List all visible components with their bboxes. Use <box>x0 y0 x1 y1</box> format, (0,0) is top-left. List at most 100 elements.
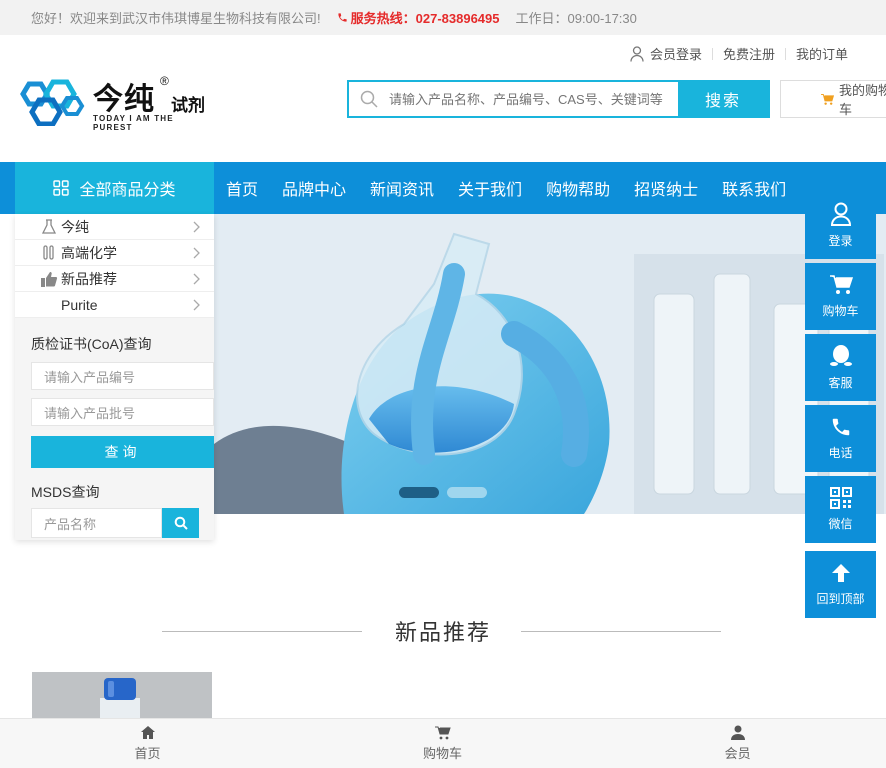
nav-item-brands[interactable]: 品牌中心 <box>282 176 346 200</box>
coa-query-button[interactable]: 查询 <box>31 436 214 468</box>
carousel-dot-2[interactable] <box>447 487 487 498</box>
search-bar: 搜索 <box>347 80 770 118</box>
float-login-button[interactable]: 登录 <box>805 192 876 259</box>
user-icon <box>630 45 644 62</box>
coa-title: 质检证书(CoA)查询 <box>31 336 152 352</box>
category-panel: 今纯 高端化学 新品推荐 Purite 质检证书(CoA)查询 请输入产品编号 … <box>15 214 214 540</box>
float-phone-button[interactable]: 电话 <box>805 405 876 472</box>
nav-item-contact[interactable]: 联系我们 <box>722 176 786 200</box>
nav-item-help[interactable]: 购物帮助 <box>546 176 610 200</box>
hexagon-logo-icon <box>20 79 85 126</box>
phone-icon <box>338 13 347 22</box>
float-cart-label: 购物车 <box>822 304 859 318</box>
divider <box>162 631 362 632</box>
search-button[interactable]: 搜索 <box>678 82 768 116</box>
category-list: 今纯 高端化学 新品推荐 Purite <box>15 214 214 318</box>
product-number-input[interactable]: 请输入产品编号 <box>31 362 214 390</box>
site-logo[interactable]: 今纯 ® 试剂 TODAY I AM THE PUREST <box>15 74 215 132</box>
brand-sub: 试剂 <box>171 96 205 115</box>
search-input[interactable] <box>389 82 678 116</box>
bottom-tab-home[interactable]: 首页 <box>0 719 295 768</box>
user-icon <box>730 725 745 740</box>
coa-query-panel: 质检证书(CoA)查询 请输入产品编号 请输入产品批号 查询 MSDS查询 产品… <box>15 318 214 540</box>
product-card[interactable] <box>32 672 212 722</box>
home-icon <box>140 726 155 739</box>
msds-search-row: 产品名称 <box>31 508 214 538</box>
hotline: 服务热线：027-83896495 <box>337 8 500 27</box>
float-wechat-button[interactable]: 微信 <box>805 476 876 543</box>
grid-icon <box>53 180 70 196</box>
cart-icon <box>434 726 451 739</box>
cart-label: 我的购物车 <box>838 83 886 117</box>
bottom-tab-cart-label: 购物车 <box>423 745 463 761</box>
chat-penguin-icon <box>829 345 852 366</box>
flask-icon <box>39 217 59 237</box>
all-categories-button[interactable]: 全部商品分类 <box>15 162 214 214</box>
category-item-high-end-chemistry[interactable]: 高端化学 <box>15 240 214 266</box>
bottom-tab-member-label: 会员 <box>724 746 751 761</box>
section-title: 新品推荐 <box>394 620 491 645</box>
nav-item-home[interactable]: 首页 <box>226 176 258 200</box>
bottom-tab-member[interactable]: 会员 <box>590 719 885 768</box>
float-login-label: 登录 <box>828 234 853 248</box>
cart-icon <box>829 275 853 294</box>
category-item-jinchun[interactable]: 今纯 <box>15 214 214 240</box>
my-orders-link[interactable]: 我的订单 <box>796 44 848 63</box>
search-icon <box>174 516 188 530</box>
category-label: 今纯 <box>61 218 89 235</box>
all-categories-label: 全部商品分类 <box>79 182 176 199</box>
phone-icon <box>832 418 849 436</box>
chevron-right-icon <box>193 247 200 259</box>
login-label: 会员登录 <box>649 47 702 62</box>
my-cart-button[interactable]: 我的购物车 <box>780 80 886 118</box>
back-to-top-button[interactable]: 回到顶部 <box>805 551 876 618</box>
registered-mark: ® <box>160 74 169 88</box>
category-item-new-products[interactable]: 新品推荐 <box>15 266 214 292</box>
welcome-text: 您好！欢迎来到武汉市伟琪博星生物科技有限公司! <box>31 11 321 26</box>
batch-number-input[interactable]: 请输入产品批号 <box>31 398 214 426</box>
category-label: 高端化学 <box>61 244 117 261</box>
float-service-button[interactable]: 客服 <box>805 334 876 401</box>
user-icon <box>830 202 851 226</box>
category-label: 新品推荐 <box>61 270 117 287</box>
test-tube-icon <box>39 243 59 263</box>
float-service-label: 客服 <box>828 376 853 390</box>
carousel-dots <box>399 487 495 498</box>
divider <box>784 47 786 60</box>
top-bar: 您好！欢迎来到武汉市伟琪博星生物科技有限公司! 服务热线：027-8389649… <box>0 0 886 35</box>
chevron-right-icon <box>193 221 200 233</box>
float-phone-label: 电话 <box>828 446 853 460</box>
float-cart-button[interactable]: 购物车 <box>805 263 876 330</box>
main-nav: 全部商品分类 首页 品牌中心 新闻资讯 关于我们 购物帮助 招贤纳士 联系我们 <box>0 162 886 214</box>
search-icon <box>349 82 389 116</box>
nav-items: 首页 品牌中心 新闻资讯 关于我们 购物帮助 招贤纳士 联系我们 <box>226 162 810 214</box>
cart-icon <box>821 93 834 105</box>
member-login-link[interactable]: 会员登录 <box>630 44 702 63</box>
register-link[interactable]: 免费注册 <box>723 44 775 63</box>
chevron-right-icon <box>193 299 200 311</box>
hero-banner[interactable] <box>214 214 886 514</box>
hotline-text: 服务热线：027-83896495 <box>350 11 500 26</box>
nav-item-jobs[interactable]: 招贤纳士 <box>634 176 698 200</box>
msds-title: MSDS查询 <box>31 484 100 500</box>
work-hours: 工作日：09:00-17:30 <box>515 11 637 26</box>
nav-item-news[interactable]: 新闻资讯 <box>370 176 434 200</box>
lab-flask-image <box>214 214 886 514</box>
nav-item-about[interactable]: 关于我们 <box>458 176 522 200</box>
arrow-up-icon <box>831 564 850 582</box>
carousel-dot-1[interactable] <box>399 487 439 498</box>
thumbs-up-icon <box>39 269 59 289</box>
qr-code-icon <box>829 487 852 509</box>
bottom-tab-home-label: 首页 <box>134 746 161 761</box>
user-links: 会员登录 免费注册 我的订单 <box>630 44 848 63</box>
chevron-right-icon <box>193 273 200 285</box>
brand-name: 今纯 <box>93 82 155 117</box>
bottom-tab-cart[interactable]: 购物车 <box>295 719 590 768</box>
msds-search-button[interactable] <box>162 508 199 538</box>
bottom-tab-bar: 首页 购物车 会员 <box>0 718 886 768</box>
msds-product-name-input[interactable]: 产品名称 <box>31 508 162 538</box>
divider <box>711 47 713 60</box>
divider <box>521 631 721 632</box>
category-item-purite[interactable]: Purite <box>15 292 214 318</box>
floating-sidebar: 登录 购物车 客服 电话 微信 回到顶部 <box>805 192 876 622</box>
